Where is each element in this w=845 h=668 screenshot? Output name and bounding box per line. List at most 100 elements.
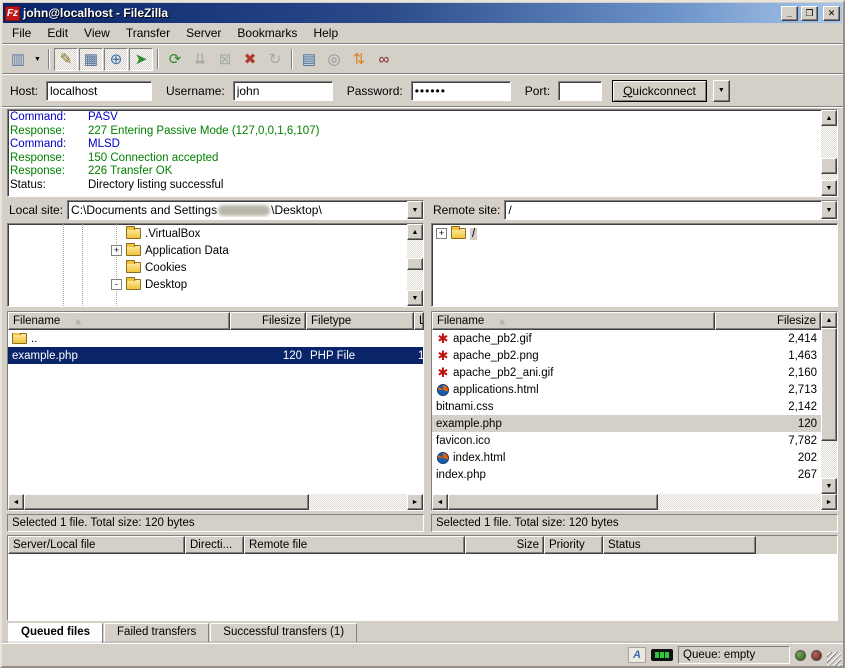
queue-tab[interactable]: Successful transfers (1) [210, 623, 357, 642]
folder-icon [12, 333, 27, 344]
menu-item[interactable]: View [76, 24, 118, 42]
tree-item[interactable]: Cookies [8, 259, 407, 276]
toggle-queue-button[interactable]: ➤ [129, 48, 153, 71]
local-tree-scrollbar[interactable]: ▲ ▼ [407, 224, 423, 306]
scroll-right-icon[interactable]: ► [821, 494, 837, 510]
site-manager-button[interactable]: ▥ [6, 48, 30, 71]
local-h-scrollbar[interactable]: ◄ ► [8, 494, 423, 510]
close-button[interactable]: ✕ [823, 6, 840, 21]
queue-tabs: Queued filesFailed transfersSuccessful t… [2, 621, 843, 643]
menu-item[interactable]: Server [178, 24, 229, 42]
queue-column-header[interactable]: Size [465, 536, 544, 554]
scroll-left-icon[interactable]: ◄ [432, 494, 448, 510]
log-scrollbar[interactable]: ▲ ▼ [821, 110, 837, 196]
column-header-filename[interactable]: Filename▲ [432, 312, 715, 330]
menu-item[interactable]: Bookmarks [229, 24, 305, 42]
scroll-left-icon[interactable]: ◄ [8, 494, 24, 510]
scroll-up-icon[interactable]: ▲ [407, 224, 423, 240]
scroll-thumb[interactable] [407, 258, 423, 270]
scroll-thumb[interactable] [821, 158, 837, 174]
tree-expander[interactable]: - [111, 279, 122, 290]
filezilla-window: Fz john@localhost - FileZilla _ ❐ ✕ File… [0, 0, 845, 668]
password-input[interactable] [411, 81, 511, 101]
menu-item[interactable]: File [4, 24, 39, 42]
resize-grip[interactable] [827, 652, 841, 666]
menu-item[interactable]: Help [305, 24, 346, 42]
refresh-button[interactable]: ⟳ [163, 48, 187, 71]
column-header-filename[interactable]: Filename▲ [8, 312, 230, 330]
file-row[interactable]: apache_pb2.gif 2,414 [432, 330, 821, 347]
remote-v-scrollbar[interactable]: ▲ ▼ [821, 312, 837, 494]
tree-item[interactable]: + / [432, 225, 837, 242]
queue-column-header[interactable]: Status [603, 536, 756, 554]
column-header-lastmodified[interactable]: L [414, 312, 424, 330]
tree-expander[interactable]: + [111, 245, 122, 256]
scroll-up-icon[interactable]: ▲ [821, 110, 837, 126]
tree-item[interactable]: .VirtualBox [8, 225, 407, 242]
site-manager-dropdown[interactable]: ▼ [31, 48, 44, 71]
find-button[interactable]: ∞ [372, 48, 396, 71]
scroll-down-icon[interactable]: ▼ [407, 290, 423, 306]
host-input[interactable] [46, 81, 152, 101]
local-path-combo[interactable]: C:\Documents and Settings\Desktop\ ▼ [67, 200, 424, 220]
tree-expander[interactable]: + [436, 228, 447, 239]
chevron-down-icon[interactable]: ▼ [821, 201, 837, 219]
file-row[interactable]: example.php 120 [432, 415, 821, 432]
port-input[interactable] [558, 81, 602, 101]
scroll-right-icon[interactable]: ► [407, 494, 423, 510]
cancel-button[interactable]: ⊠ [213, 48, 237, 71]
file-row[interactable]: .. [8, 330, 423, 347]
toggle-log-button[interactable]: ✎ [54, 48, 78, 71]
remote-h-scrollbar[interactable]: ◄ ► [432, 494, 837, 510]
scroll-up-icon[interactable]: ▲ [821, 312, 837, 328]
username-input[interactable] [233, 81, 333, 101]
minimize-button[interactable]: _ [781, 6, 798, 21]
sync-browse-button[interactable]: ⇅ [347, 48, 371, 71]
menu-item[interactable]: Edit [39, 24, 76, 42]
quickconnect-dropdown[interactable]: ▼ [713, 80, 730, 102]
menu-item[interactable]: Transfer [118, 24, 178, 42]
queue-column-header[interactable]: Remote file [244, 536, 465, 554]
file-row[interactable]: example.php 120 PHP File 1 [8, 347, 423, 364]
scroll-down-icon[interactable]: ▼ [821, 180, 837, 196]
file-row[interactable]: index.html 202 [432, 449, 821, 466]
process-queue-button[interactable]: ⇊ [188, 48, 212, 71]
data-type-icon[interactable]: A [628, 647, 646, 663]
local-tree-icon: ▦ [84, 52, 98, 67]
file-row[interactable]: index.php 267 [432, 466, 821, 483]
queue-tab[interactable]: Failed transfers [104, 623, 209, 642]
tree-item[interactable]: + Application Data [8, 242, 407, 259]
quickconnect-button[interactable]: Quickconnect [612, 80, 707, 102]
disconnect-button[interactable]: ✖ [238, 48, 262, 71]
filter-icon: ▤ [302, 52, 316, 67]
file-row[interactable]: apache_pb2.png 1,463 [432, 347, 821, 364]
vertical-splitter[interactable] [424, 200, 431, 532]
scroll-thumb[interactable] [24, 494, 309, 510]
queue-column-header[interactable]: Directi... [185, 536, 244, 554]
queue-tab[interactable]: Queued files [8, 623, 103, 643]
reconnect-button[interactable]: ↻ [263, 48, 287, 71]
filter-button[interactable]: ▤ [297, 48, 321, 71]
compare-button[interactable]: ◎ [322, 48, 346, 71]
scroll-down-icon[interactable]: ▼ [821, 478, 837, 494]
tree-item[interactable]: - Desktop [8, 276, 407, 293]
scroll-thumb[interactable] [448, 494, 658, 510]
file-row[interactable]: favicon.ico 7,782 [432, 432, 821, 449]
file-row[interactable]: apache_pb2_ani.gif 2,160 [432, 364, 821, 381]
queue-column-header[interactable]: Priority [544, 536, 603, 554]
queue-body [8, 554, 837, 620]
file-row[interactable]: bitnami.css 2,142 [432, 398, 821, 415]
log-line: Status:Directory listing successful [10, 179, 821, 193]
column-header-filetype[interactable]: Filetype [306, 312, 414, 330]
scroll-thumb[interactable] [821, 328, 837, 441]
column-header-filesize[interactable]: Filesize [230, 312, 306, 330]
toggle-local-tree-button[interactable]: ▦ [79, 48, 103, 71]
chevron-down-icon[interactable]: ▼ [407, 201, 423, 219]
maximize-button[interactable]: ❐ [801, 6, 818, 21]
queue-column-header[interactable]: Server/Local file [8, 536, 185, 554]
file-row[interactable]: applications.html 2,713 [432, 381, 821, 398]
speed-limit-icon[interactable] [651, 649, 673, 661]
toggle-remote-tree-button[interactable]: ⊕ [104, 48, 128, 71]
column-header-filesize[interactable]: Filesize [715, 312, 821, 330]
remote-path-combo[interactable]: / ▼ [504, 200, 838, 220]
